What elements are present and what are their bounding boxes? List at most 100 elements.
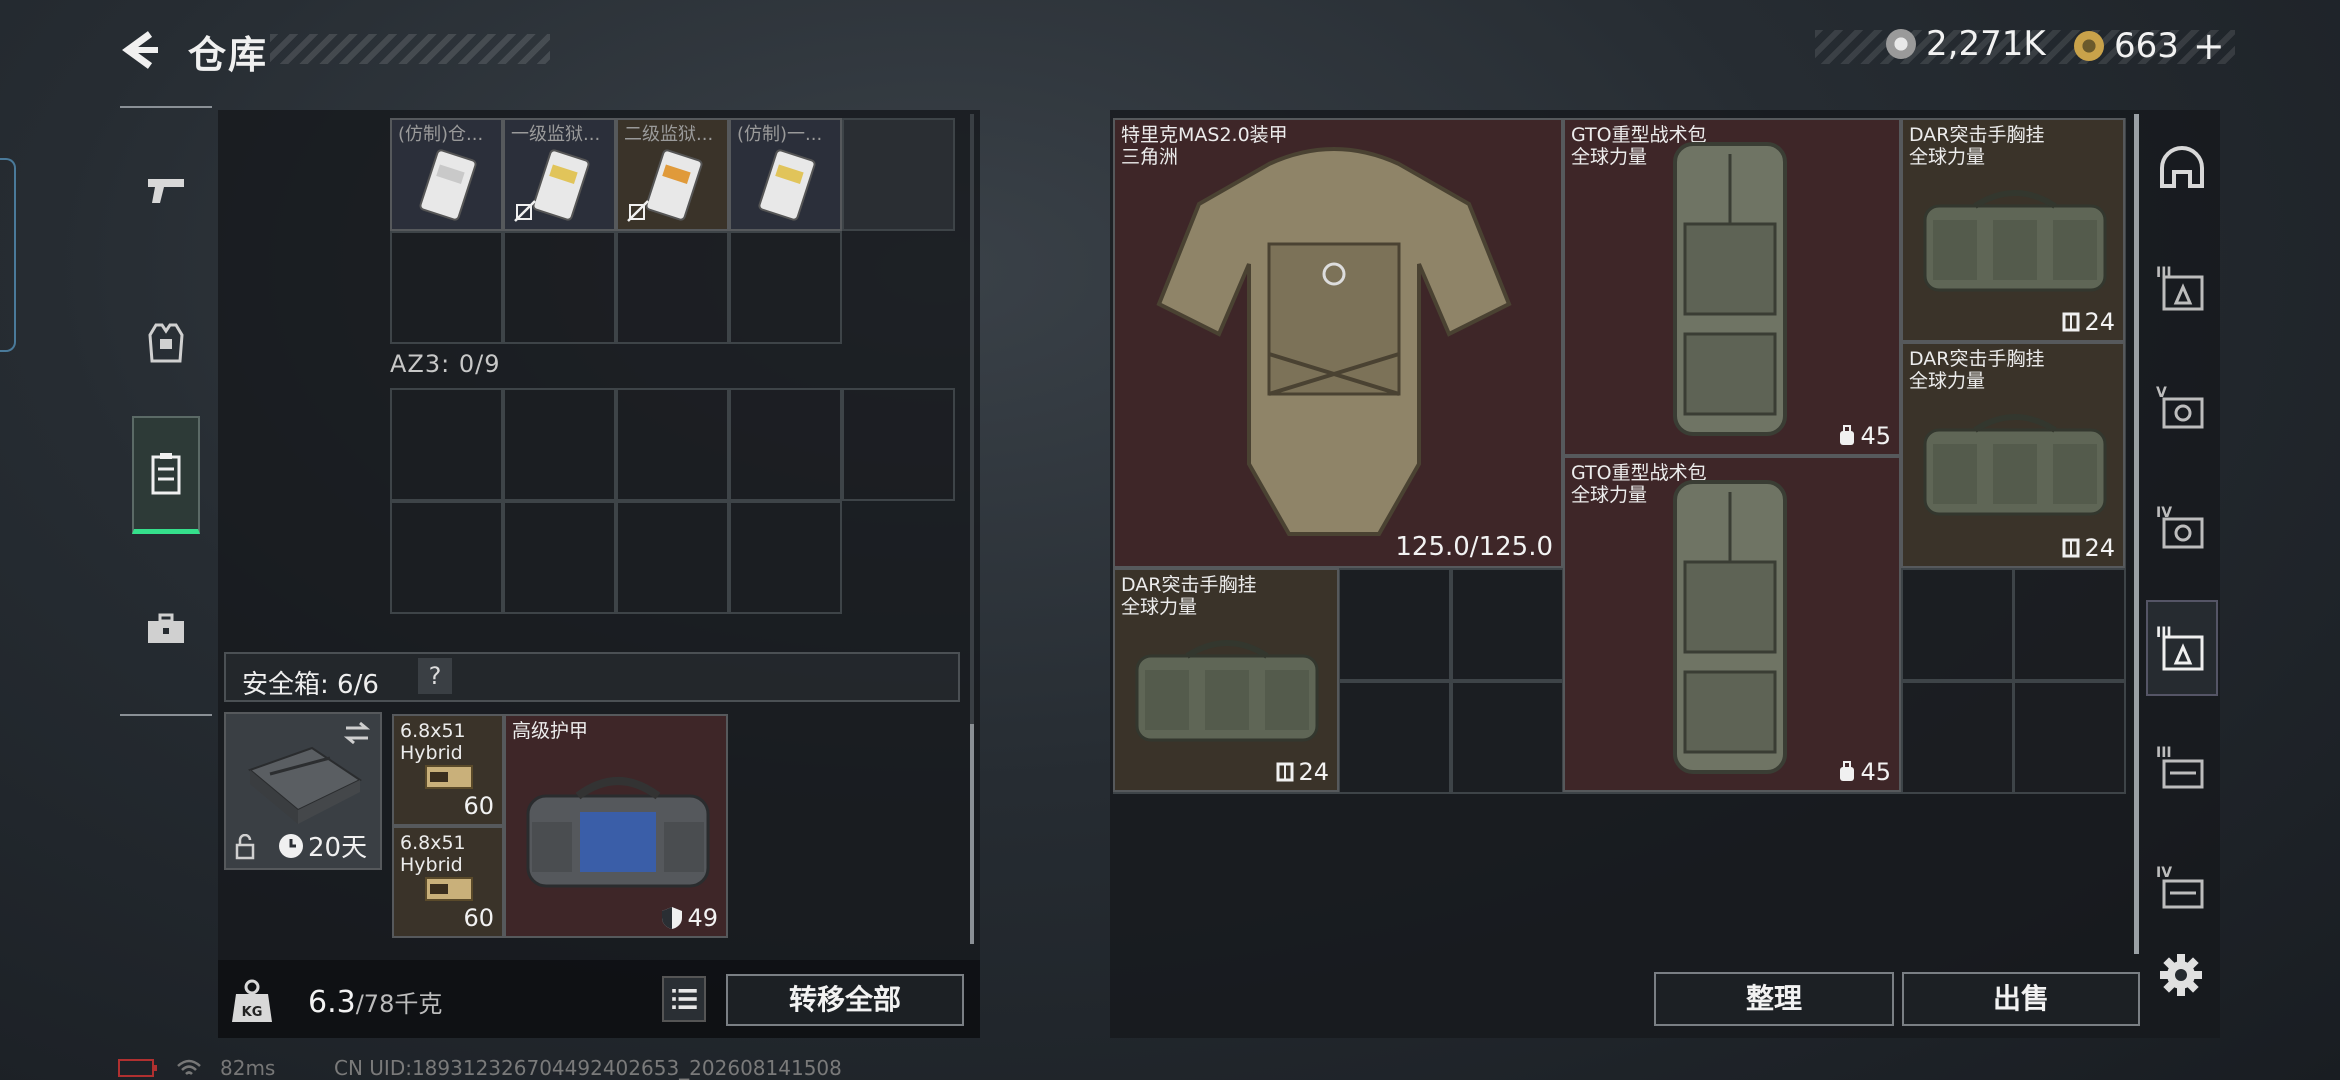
stash-slot[interactable] [1450,680,1564,794]
help-button[interactable]: ? [418,658,452,694]
weight-max: /78千克 [355,990,443,1018]
transfer-all-button[interactable]: 转移全部 [726,974,964,1026]
nav-tier3-armor[interactable]: III [2146,240,2218,336]
grid-slot[interactable] [390,501,503,614]
nav-case[interactable] [132,570,200,688]
right-scrollbar[interactable] [2134,114,2139,954]
capacity-text: 45 [1860,758,1891,786]
tier4-weapon-icon: IV [2156,505,2204,549]
ping-text: 82ms [220,1056,276,1080]
clock-icon [279,833,303,858]
pistol-icon [148,179,184,203]
nav-tier4-case[interactable]: IV [2146,840,2218,936]
armor-item[interactable]: 特里克MAS2.0装甲 三角洲 125.0/125.0 [1113,118,1563,568]
grid-slot[interactable] [842,118,955,231]
nav-helmet[interactable] [2146,120,2218,216]
grid-slot[interactable] [616,231,729,344]
stash-slot[interactable] [2013,680,2126,794]
keycard-icon [645,149,703,221]
side-drawer-tab[interactable] [0,158,16,352]
durability-text: 49 [687,904,718,932]
coins-amount: 2,271K [1926,24,2046,64]
backpack-item[interactable]: GTO重型战术包 全球力量 45 [1563,456,1901,792]
capacity-text: 24 [2084,308,2115,336]
chest-rig-item[interactable]: DAR突击手胸挂 全球力量 24 [1113,568,1339,792]
chest-rig-icon [151,452,181,494]
nav-weapons[interactable] [132,130,200,248]
backpack-item[interactable]: GTO重型战术包 全球力量 45 [1563,118,1901,456]
left-scrollbar[interactable] [970,114,974,944]
grid-slot[interactable] [390,388,503,501]
grid-slot[interactable] [390,231,503,344]
chest-rig-item[interactable]: DAR突击手胸挂 全球力量 24 [1901,118,2125,342]
stash-slot[interactable] [1450,568,1564,681]
chest-rig-item[interactable]: DAR突击手胸挂 全球力量 24 [1901,342,2125,568]
currency-coins: 2,271K [1886,24,2046,64]
safe-box-slot[interactable]: 20天 [224,712,382,870]
keycard-item[interactable]: (仿制)仓... [390,118,503,231]
item-count: 60 [463,792,494,820]
sort-button[interactable]: 整理 [1654,972,1894,1026]
tier4-case-icon: IV [2156,865,2204,909]
title-decoration [270,34,550,64]
grid-slot[interactable] [729,388,842,501]
grid-slot[interactable] [616,388,729,501]
no-transfer-icon [514,200,536,222]
nav-tier5[interactable]: V [2146,360,2218,456]
grid-slot[interactable] [503,388,616,501]
grid-slot[interactable] [616,501,729,614]
stash-slot[interactable] [1900,568,2014,681]
keycard-item[interactable]: (仿制)一... [729,118,842,231]
item-capacity: 24 [2062,534,2115,562]
add-currency-button[interactable]: + [2193,24,2225,68]
left-nav [120,106,212,716]
ammo-item[interactable]: 6.8x51 Hybrid 60 [392,714,504,826]
duffel-bag-icon [526,777,710,888]
nav-armor[interactable] [132,284,200,402]
armor-vest-image [1156,147,1512,536]
scroll-thumb[interactable] [970,724,974,944]
currency-premium: 663 + [2074,24,2225,68]
grid-slot[interactable] [842,388,955,501]
premium-amount: 663 [2114,26,2179,66]
svg-text:IV: IV [2156,865,2172,881]
tier3-case-icon: III [2156,745,2204,789]
stash-slot[interactable] [1900,680,2014,794]
backpack-image [1673,480,1787,774]
status-bar: 82ms [118,1056,275,1080]
nav-chest-rig[interactable] [132,416,200,534]
swap-icon[interactable] [342,720,372,746]
sell-button[interactable]: 出售 [1902,972,2140,1026]
safe-timer-text: 20天 [308,833,368,863]
keycard-icon [758,149,816,221]
armor-vest-icon [148,323,184,363]
keycard-item[interactable]: 二级监狱... [616,118,729,231]
keycard-icon [419,149,477,221]
stash-slot[interactable] [1338,568,1451,681]
back-arrow-icon[interactable] [118,28,162,72]
nav-tier3-case[interactable]: III [2146,720,2218,816]
helmet-icon [2160,146,2204,188]
stash-slot[interactable] [2013,568,2126,681]
armor-bag-item[interactable]: 高级护甲 49 [504,714,728,938]
grid-slot[interactable] [729,501,842,614]
keycard-item[interactable]: 一级监狱... [503,118,616,231]
grid-slot[interactable] [729,231,842,344]
safe-box-label: 安全箱: 6/6 [242,670,379,700]
nav-tier4[interactable]: IV [2146,480,2218,576]
premium-coin-icon [2074,31,2104,61]
list-view-button[interactable] [662,976,706,1022]
stash-slot[interactable] [1338,680,1451,794]
nav-tier3-selected[interactable]: III [2146,600,2218,696]
rig-mini-icon [1276,762,1294,782]
safe-case-icon [248,746,363,824]
ammo-box-icon [425,765,473,789]
settings-gear-icon[interactable] [2158,952,2204,998]
uid-text: CN UID:1893123267044924026​53_2026081415… [334,1056,842,1080]
weight-kg-icon: KG [232,979,272,1022]
item-durability: 49 [661,904,718,932]
ammo-item[interactable]: 6.8x51 Hybrid 60 [392,826,504,938]
grid-slot[interactable] [503,231,616,344]
wifi-icon [177,1059,201,1075]
grid-slot[interactable] [503,501,616,614]
